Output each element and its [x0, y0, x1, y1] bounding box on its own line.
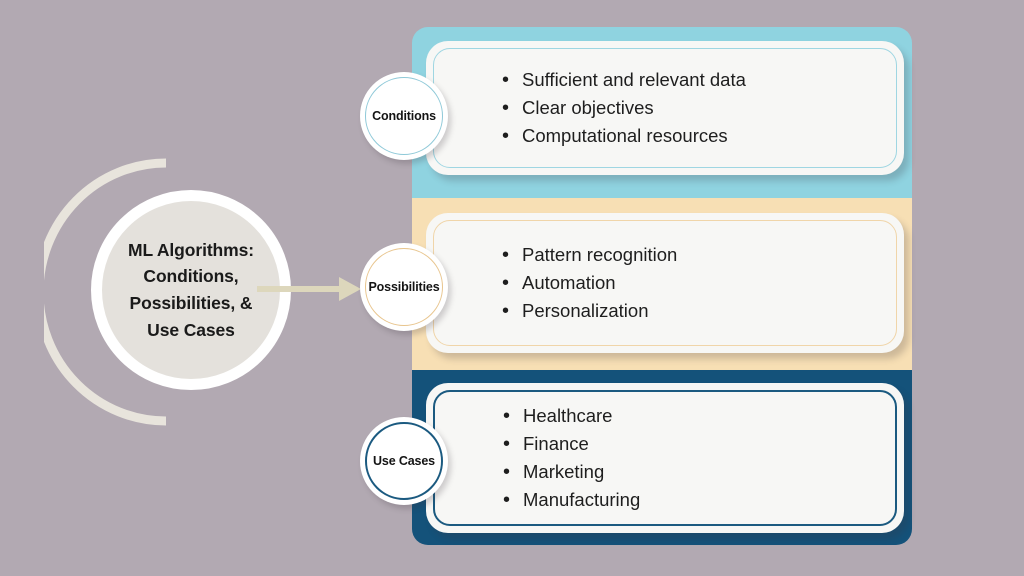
- card-possibilities[interactable]: Pattern recognition Automation Personali…: [426, 213, 904, 353]
- bubble-conditions[interactable]: Conditions: [360, 72, 448, 160]
- card-conditions[interactable]: Sufficient and relevant data Clear objec…: [426, 41, 904, 175]
- usecases-list: Healthcare Finance Marketing Manufacturi…: [435, 401, 895, 516]
- bubble-usecases[interactable]: Use Cases: [360, 417, 448, 505]
- card-usecases[interactable]: Healthcare Finance Marketing Manufacturi…: [426, 383, 904, 533]
- sections-stack: Sufficient and relevant data Clear objec…: [412, 27, 912, 545]
- list-item: Clear objectives: [502, 93, 896, 124]
- conditions-list: Sufficient and relevant data Clear objec…: [434, 65, 896, 152]
- bubble-possibilities-label: Possibilities: [368, 280, 440, 294]
- list-item: Automation: [502, 268, 896, 299]
- list-item: Marketing: [503, 457, 895, 488]
- page-title: ML Algorithms: Conditions, Possibilities, …: [128, 239, 254, 340]
- list-item: Pattern recognition: [502, 240, 896, 271]
- bubble-usecases-label: Use Cases: [373, 454, 435, 468]
- bubble-possibilities[interactable]: Possibilities: [360, 243, 448, 331]
- list-item: Sufficient and relevant data: [502, 65, 896, 96]
- possibilities-list: Pattern recognition Automation Personali…: [434, 240, 896, 327]
- list-item: Personalization: [502, 296, 896, 327]
- list-item: Computational resources: [502, 121, 896, 152]
- list-item: Finance: [503, 429, 895, 460]
- bubble-conditions-label: Conditions: [372, 109, 436, 123]
- flow-arrow-icon: [257, 277, 361, 301]
- infographic-canvas: ML Algorithms: Conditions, Possibilities, …: [0, 0, 1024, 576]
- list-item: Manufacturing: [503, 485, 895, 516]
- list-item: Healthcare: [503, 401, 895, 432]
- card-conditions-inner: Sufficient and relevant data Clear objec…: [433, 48, 897, 168]
- card-possibilities-inner: Pattern recognition Automation Personali…: [433, 220, 897, 346]
- card-usecases-inner: Healthcare Finance Marketing Manufacturi…: [433, 390, 897, 526]
